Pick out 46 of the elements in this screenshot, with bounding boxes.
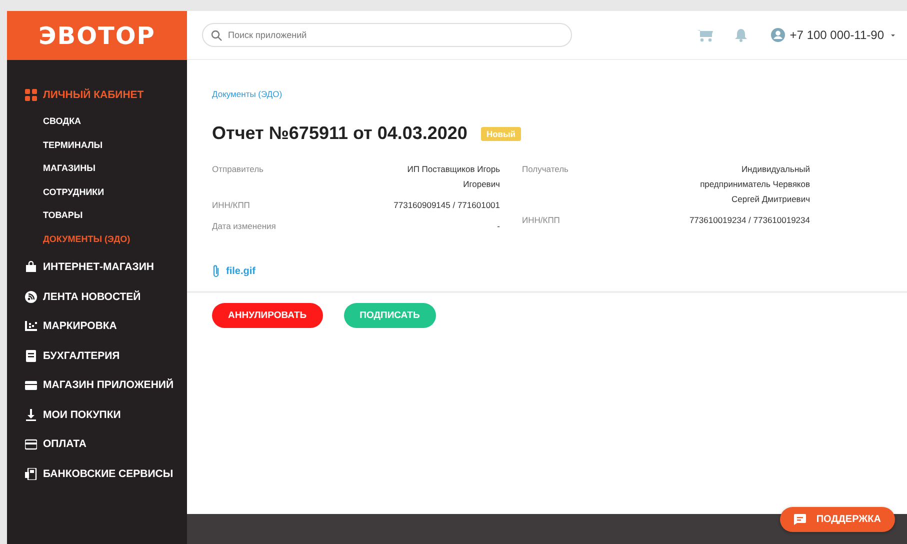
search-icon bbox=[211, 30, 222, 40]
sidebar-subitem[interactable]: ТЕРМИНАЛЫ bbox=[43, 133, 187, 156]
card-icon bbox=[25, 438, 37, 450]
phone-number: +7 100 000-11-90 bbox=[790, 28, 884, 42]
rss-icon bbox=[25, 290, 37, 303]
bag-icon bbox=[25, 261, 37, 274]
field-label: Получатель bbox=[522, 163, 570, 176]
sidebar-subitem[interactable]: ДОКУМЕНТЫ (ЭДО) bbox=[43, 227, 187, 250]
sidebar-item[interactable]: ЛИЧНЫЙ КАБИНЕТ bbox=[25, 80, 187, 110]
sidebar-item[interactable]: БАНКОВСКИЕ СЕРВИСЫ bbox=[25, 459, 187, 488]
field-label: ИНН/КПП bbox=[212, 199, 251, 212]
field-value: Индивидуальный предприниматель Червяков Сергей Дмитриевич bbox=[699, 163, 810, 206]
field-value: 773610019234 / 773610019234 bbox=[688, 214, 810, 227]
sidebar-item[interactable]: БУХГАЛТЕРИЯ bbox=[25, 341, 187, 370]
sidebar-item[interactable]: МАГАЗИН ПРИЛОЖЕНИЙ bbox=[25, 370, 187, 400]
cart-icon bbox=[696, 28, 713, 42]
field-label: Дата изменения bbox=[212, 220, 277, 233]
sidebar-item[interactable]: МАРКИРОВКА bbox=[25, 312, 187, 341]
user-menu[interactable]: +7 100 000-11-90 bbox=[770, 28, 897, 42]
field-value: - bbox=[496, 220, 500, 233]
document-title: Отчет №675911 от 04.03.2020 bbox=[212, 123, 468, 144]
sidebar-item[interactable]: ИНТЕРНЕТ-МАГАЗИН bbox=[25, 252, 187, 282]
paperclip-icon bbox=[212, 264, 220, 278]
sidebar-subitem[interactable]: СОТРУДНИКИ bbox=[43, 180, 187, 204]
sidebar-subitem[interactable]: МАГАЗИНЫ bbox=[43, 156, 187, 180]
search-field[interactable]: Поиск приложений bbox=[202, 23, 572, 47]
field-value: ИП Поставщиков Игорь Игоревич bbox=[406, 163, 500, 191]
avatar-icon bbox=[770, 28, 785, 42]
sidebar-item[interactable]: ЛЕНТА НОВОСТЕЙ bbox=[25, 282, 187, 312]
chat-icon bbox=[794, 514, 806, 525]
field-label: Отправитель bbox=[212, 163, 264, 176]
grid-icon bbox=[25, 88, 37, 101]
sidebar-item[interactable]: ОПЛАТА bbox=[25, 430, 187, 459]
download-icon bbox=[25, 408, 37, 421]
document-icon bbox=[25, 350, 37, 362]
status-badge: Новый bbox=[481, 126, 520, 140]
logo: ЭВОТОР bbox=[38, 22, 156, 50]
field-label: ИНН/КПП bbox=[522, 214, 561, 227]
sidebar-item[interactable]: МОИ ПОКУПКИ bbox=[25, 400, 187, 430]
sidebar-subitem[interactable]: СВОДКА bbox=[43, 110, 187, 133]
chart-icon bbox=[25, 320, 37, 332]
cancel-button[interactable]: АННУЛИРОВАТЬ bbox=[212, 303, 323, 328]
terminal-icon bbox=[25, 468, 37, 480]
sidebar-subitem[interactable]: ТОВАРЫ bbox=[43, 204, 187, 227]
bell-icon bbox=[734, 28, 747, 42]
field-value: 773160909145 / 771601001 bbox=[392, 199, 500, 212]
